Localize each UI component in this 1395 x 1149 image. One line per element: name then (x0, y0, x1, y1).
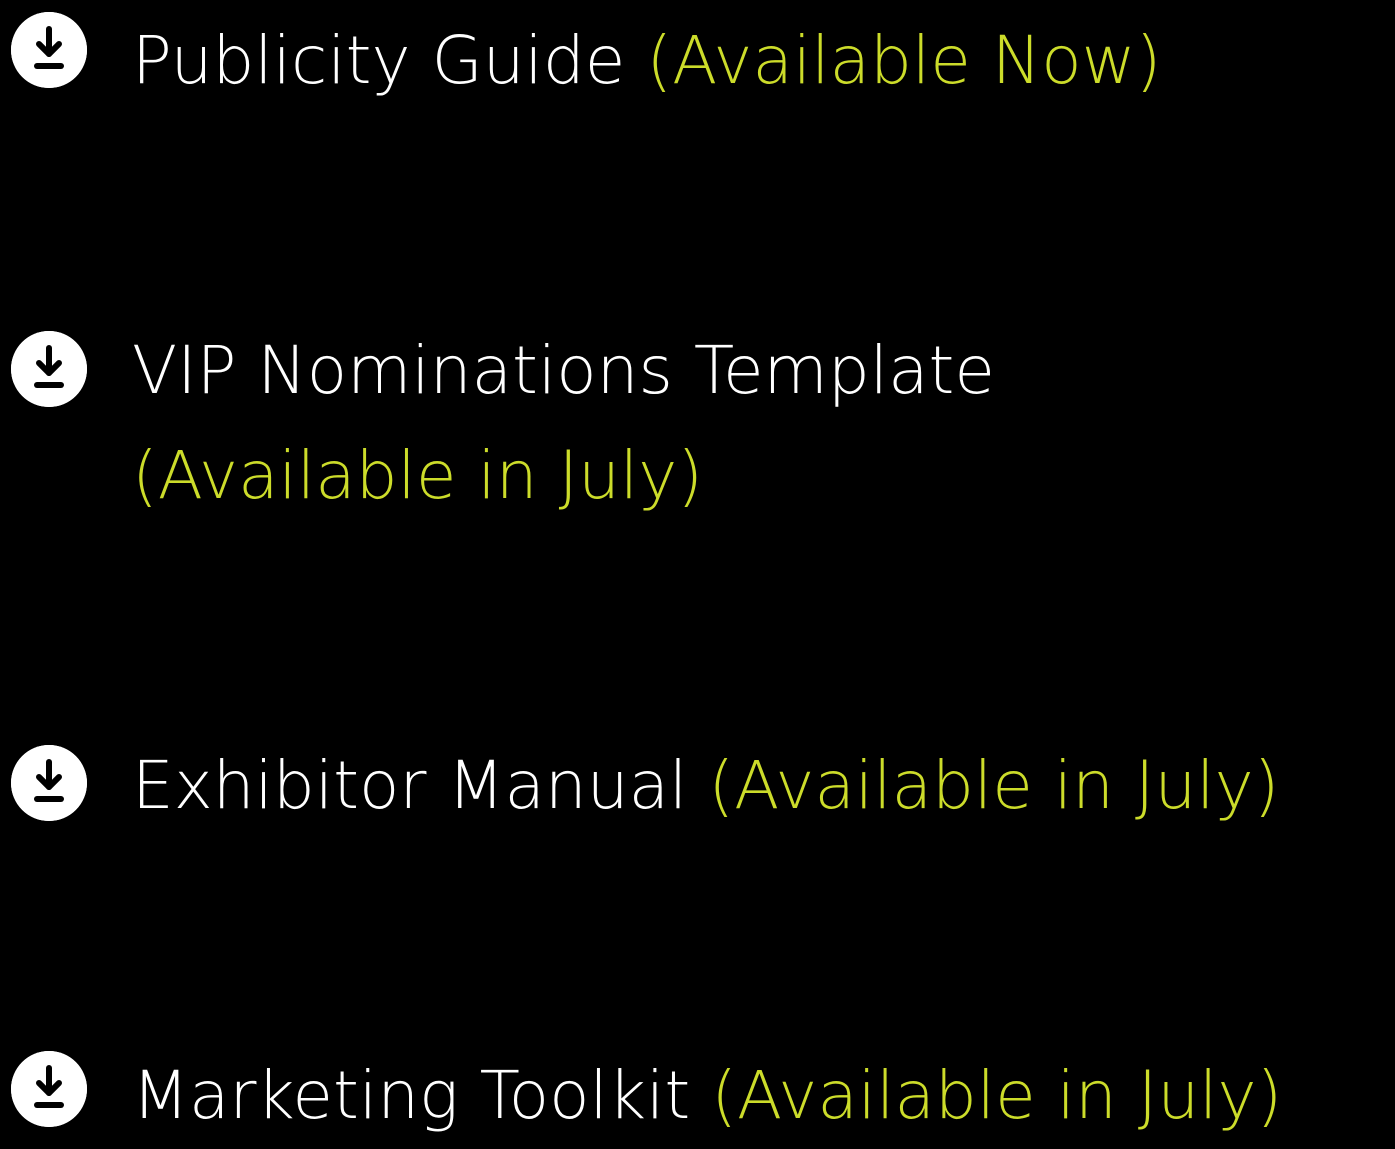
download-title[interactable]: VIP Nominations Template (132, 332, 995, 409)
download-title[interactable]: Publicity Guide (132, 22, 625, 99)
download-title[interactable]: Marketing Toolkit (132, 1057, 690, 1134)
download-title[interactable]: Exhibitor Manual (132, 747, 687, 824)
availability-status: (Available Now) (646, 22, 1162, 99)
availability-status-line: (Available in July) (132, 423, 703, 529)
download-icon[interactable] (11, 331, 87, 407)
download-icon[interactable] (11, 12, 87, 88)
download-link[interactable]: Exhibitor Manual (Available in July) (132, 733, 1279, 839)
availability-status: (Available in July) (708, 747, 1280, 824)
availability-status: (Available in July) (711, 1057, 1283, 1134)
download-icon[interactable] (11, 745, 87, 821)
download-link[interactable]: Publicity Guide (Available Now) (132, 8, 1161, 114)
download-link[interactable]: Marketing Toolkit (Available in July) (132, 1043, 1282, 1149)
download-icon[interactable] (11, 1051, 87, 1127)
download-link[interactable]: VIP Nominations Template (132, 318, 995, 424)
availability-status: (Available in July) (132, 437, 704, 514)
